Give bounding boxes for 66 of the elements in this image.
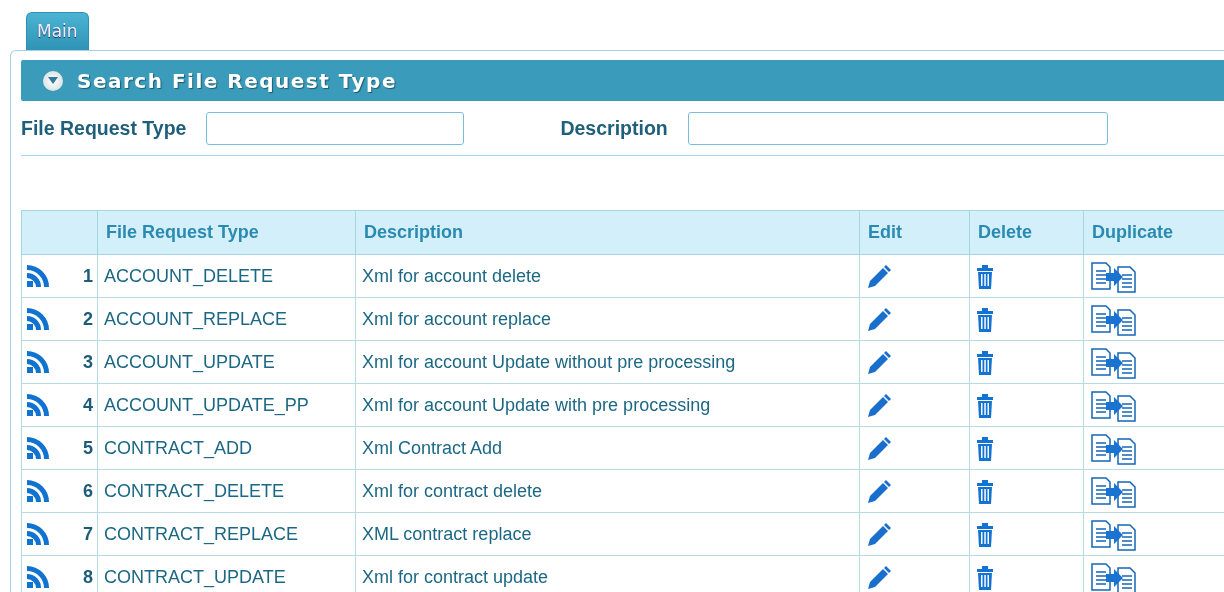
rss-feed-icon [26,522,52,546]
duplicate-document-icon[interactable] [1090,390,1138,422]
row-number: 8 [83,567,93,587]
trash-icon[interactable] [976,394,994,418]
table-cell: Xml for account delete [355,254,860,298]
row-number: 3 [83,352,93,372]
rss-feed-icon [26,436,52,460]
column-header: Edit [859,210,970,255]
field-label: Description [560,116,668,140]
table-cell: CONTRACT_ADD [97,426,356,470]
table-cell: Xml Contract Add [355,426,860,470]
rss-feed-icon [26,479,52,503]
edit-pencil-icon[interactable] [866,264,892,290]
trash-icon[interactable] [976,437,994,461]
table-cell: Xml for account replace [355,297,860,341]
column-header: File Request Type [97,210,356,255]
edit-pencil-icon[interactable] [866,307,892,333]
trash-icon[interactable] [976,308,994,332]
table-cell: ACCOUNT_REPLACE [97,297,356,341]
table-cell: ACCOUNT_UPDATE_PP [97,383,356,427]
rss-feed-icon [26,307,52,331]
edit-pencil-icon[interactable] [866,565,892,591]
rss-feed-icon [26,264,52,288]
duplicate-document-icon[interactable] [1090,347,1138,379]
rss-feed-icon [26,350,52,374]
table-cell: Xml for account Update with pre processing [355,383,860,427]
edit-pencil-icon[interactable] [866,350,892,376]
table-cell: CONTRACT_REPLACE [97,512,356,556]
edit-pencil-icon[interactable] [866,479,892,505]
field-label: File Request Type [21,116,187,140]
row-number: 2 [83,309,93,329]
edit-pencil-icon[interactable] [866,436,892,462]
main-tab[interactable]: Main [26,12,89,50]
row-number: 5 [83,438,93,458]
trash-icon[interactable] [976,523,994,547]
table-cell: Xml for account Update without pre processing [355,340,860,384]
trash-icon[interactable] [976,265,994,289]
duplicate-document-icon[interactable] [1090,562,1138,592]
row-number: 6 [83,481,93,501]
column-header: Description [355,210,860,255]
trash-icon[interactable] [976,351,994,375]
duplicate-document-icon[interactable] [1090,304,1138,336]
column-header: Duplicate [1083,210,1224,255]
search-field[interactable] [687,111,1108,145]
column-header: Delete [969,210,1084,255]
edit-pencil-icon[interactable] [866,393,892,419]
duplicate-document-icon[interactable] [1090,519,1138,551]
duplicate-document-icon[interactable] [1090,476,1138,508]
collapse-toggle-icon[interactable] [43,70,63,91]
edit-pencil-icon[interactable] [866,522,892,548]
row-number: 7 [83,524,93,544]
table-cell: XML contract replace [355,512,860,556]
table-cell: CONTRACT_DELETE [97,469,356,513]
row-number: 1 [83,266,93,286]
duplicate-document-icon[interactable] [1090,261,1138,293]
table-cell: ACCOUNT_DELETE [97,254,356,298]
row-number: 4 [83,395,93,415]
table-cell: ACCOUNT_UPDATE [97,340,356,384]
rss-feed-icon [26,393,52,417]
trash-icon[interactable] [976,566,994,590]
panel-title: Search File Request Type [77,68,397,93]
search-field[interactable] [206,111,465,145]
table-cell: Xml for contract delete [355,469,860,513]
rss-feed-icon [26,565,52,589]
duplicate-document-icon[interactable] [1090,433,1138,465]
trash-icon[interactable] [976,480,994,504]
